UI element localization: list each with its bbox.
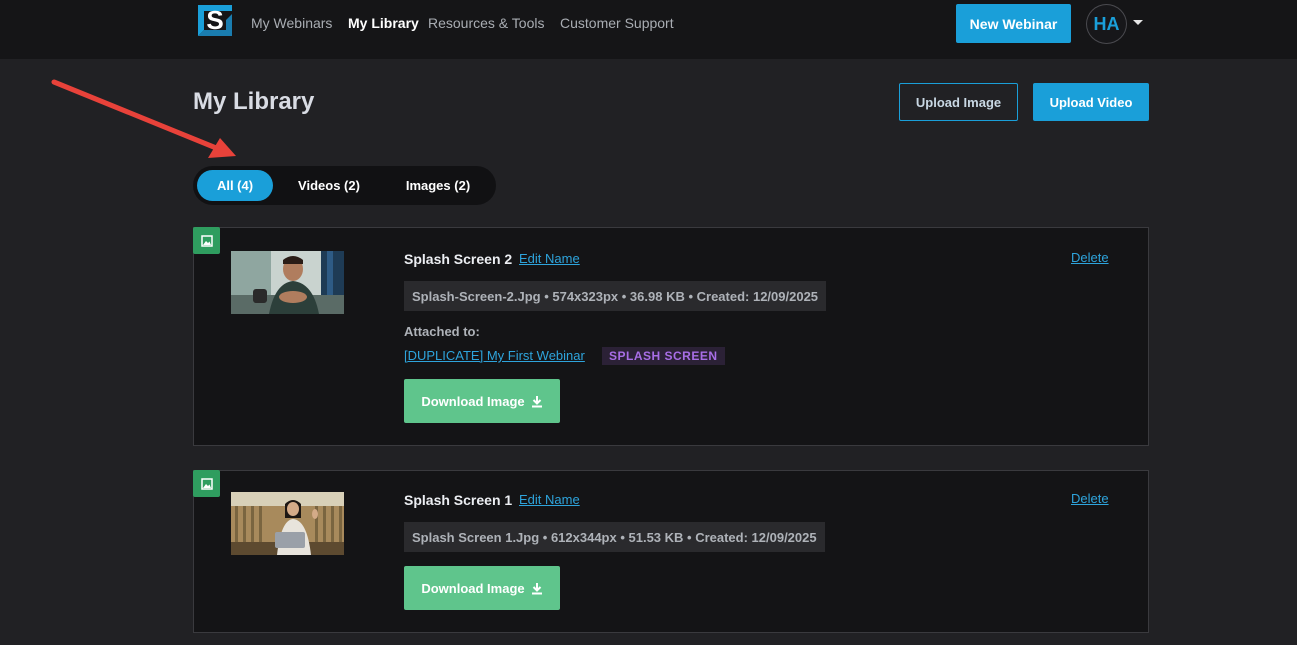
tab-images[interactable]: Images (2) xyxy=(391,170,485,201)
svg-text:S: S xyxy=(206,5,223,35)
avatar[interactable]: HA xyxy=(1086,4,1127,44)
item-meta: Splash Screen 1.Jpg • 612x344px • 51.53 … xyxy=(404,522,825,552)
item-meta: Splash-Screen-2.Jpg • 574x323px • 36.98 … xyxy=(404,281,827,311)
annotation-arrow xyxy=(51,79,236,158)
edit-name-link[interactable]: Edit Name xyxy=(519,251,580,266)
delete-link[interactable]: Delete xyxy=(1071,250,1109,265)
logo-s-icon[interactable]: S xyxy=(194,2,236,39)
upload-image-button[interactable]: Upload Image xyxy=(899,83,1018,121)
delete-link[interactable]: Delete xyxy=(1071,491,1109,506)
library-item-card: Splash Screen 1 Edit Name Delete Splash … xyxy=(193,470,1149,633)
attached-webinar-link[interactable]: [DUPLICATE] My First Webinar xyxy=(404,348,585,363)
item-thumbnail[interactable] xyxy=(231,251,344,314)
nav-my-library[interactable]: My Library xyxy=(348,15,419,31)
nav-customer-support[interactable]: Customer Support xyxy=(560,15,674,31)
image-icon xyxy=(193,227,220,254)
tab-videos[interactable]: Videos (2) xyxy=(283,170,375,201)
download-label: Download Image xyxy=(421,393,525,409)
item-name: Splash Screen 2 xyxy=(404,251,513,267)
upload-video-button[interactable]: Upload Video xyxy=(1033,83,1149,121)
splash-screen-tag: SPLASH SCREEN xyxy=(602,347,725,365)
download-icon xyxy=(531,582,542,594)
edit-name-link[interactable]: Edit Name xyxy=(519,492,580,507)
new-webinar-button[interactable]: New Webinar xyxy=(956,4,1071,43)
download-label: Download Image xyxy=(421,580,525,596)
download-image-button[interactable]: Download Image xyxy=(404,566,560,610)
attached-label: Attached to: xyxy=(404,324,480,339)
library-item-card: Splash Screen 2 Edit Name Delete Splash-… xyxy=(193,227,1149,446)
top-navbar: S My Webinars My Library Resources & Too… xyxy=(0,0,1297,59)
download-image-button[interactable]: Download Image xyxy=(404,379,560,423)
item-name: Splash Screen 1 xyxy=(404,492,513,508)
filter-tabs: All (4) Videos (2) Images (2) xyxy=(193,166,496,205)
item-thumbnail[interactable] xyxy=(231,492,344,555)
chevron-down-icon[interactable] xyxy=(1133,20,1143,25)
image-icon xyxy=(193,470,220,497)
download-icon xyxy=(531,395,542,407)
nav-resources-tools[interactable]: Resources & Tools xyxy=(428,15,544,31)
tab-all[interactable]: All (4) xyxy=(197,170,273,201)
nav-my-webinars[interactable]: My Webinars xyxy=(251,15,332,31)
